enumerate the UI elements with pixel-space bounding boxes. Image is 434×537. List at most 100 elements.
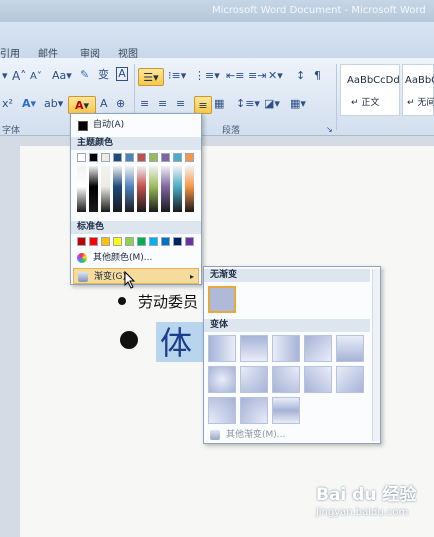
shrink-font-icon[interactable]: A˅ — [30, 69, 42, 85]
character-shading-icon[interactable]: A — [100, 96, 108, 112]
gradient-variant-tile[interactable] — [272, 366, 300, 393]
standard-color-swatch[interactable] — [185, 237, 194, 246]
enclose-char-icon[interactable]: ⊕ — [116, 96, 125, 112]
bullets-icon: ☰▾ — [143, 71, 159, 84]
theme-color-swatch[interactable] — [77, 153, 86, 162]
chinese-layout-icon[interactable]: ✕▾ — [268, 68, 283, 84]
gradient-variant-tile[interactable] — [208, 335, 236, 362]
auto-color-label: 自动(A) — [93, 120, 125, 130]
more-colors-item[interactable]: 其他颜色(M)... — [73, 250, 199, 266]
line-spacing-icon[interactable]: ↕≡▾ — [236, 96, 260, 112]
standard-color-swatch[interactable] — [113, 237, 122, 246]
gradient-item[interactable]: 渐变(G) ▸ — [73, 268, 199, 284]
borders-icon[interactable]: ▦▾ — [290, 96, 306, 112]
theme-shade-column[interactable] — [149, 166, 158, 212]
theme-shade-column[interactable] — [161, 166, 170, 212]
gradient-variant-tile[interactable] — [272, 335, 300, 362]
bullet-marker — [118, 297, 126, 305]
justify-icon: ≡ — [198, 99, 208, 112]
theme-color-swatch[interactable] — [137, 153, 146, 162]
theme-color-swatch[interactable] — [161, 153, 170, 162]
character-border-icon[interactable]: A — [116, 67, 128, 81]
theme-shade-column[interactable] — [77, 166, 86, 212]
font-size-field[interactable]: ▾ — [2, 68, 8, 84]
no-gradient-tile[interactable] — [208, 286, 236, 313]
standard-color-swatch[interactable] — [149, 237, 158, 246]
gradient-variant-tile[interactable] — [240, 335, 268, 362]
standard-color-swatch[interactable] — [125, 237, 134, 246]
selected-text[interactable]: 体 — [160, 318, 192, 364]
theme-color-swatch[interactable] — [125, 153, 134, 162]
gradient-variant-tile[interactable] — [240, 366, 268, 393]
auto-color-swatch — [78, 121, 88, 131]
font-group-label: 字体 — [2, 126, 21, 136]
theme-color-swatch[interactable] — [113, 153, 122, 162]
gradient-variant-tile[interactable] — [304, 366, 332, 393]
theme-color-swatch[interactable] — [149, 153, 158, 162]
style-no-spacing[interactable]: AaBbC ↵ 无间 — [402, 64, 434, 116]
gradient-variant-tile[interactable] — [240, 397, 268, 424]
grow-font-icon[interactable]: A˄ — [12, 68, 26, 84]
chevron-down-icon: ▾ — [83, 99, 90, 112]
bullets-button[interactable]: ☰▾ — [138, 68, 164, 86]
gradient-variant-tile[interactable] — [208, 397, 236, 424]
standard-color-swatch[interactable] — [161, 237, 170, 246]
watermark-url: jingyan.baidu.com — [316, 507, 409, 518]
more-gradients-item[interactable]: 其他渐变(M)... — [206, 427, 378, 443]
more-colors-label: 其他颜色(M)... — [93, 253, 153, 263]
text-effect-icon[interactable]: A▾ — [22, 96, 36, 112]
shading-icon[interactable]: ◪▾ — [264, 96, 280, 112]
ribbon: ▾ A˄ A˅ Aa▾ ✎ 变 A x² A▾ ab▾ A▾ A ⊕ 字体 ☰▾… — [0, 58, 434, 136]
theme-shade-column[interactable] — [125, 166, 134, 212]
style-sample: AaBbC — [405, 75, 434, 86]
theme-color-swatch[interactable] — [173, 153, 182, 162]
font-color-button[interactable]: A▾ — [68, 96, 96, 114]
standard-color-swatch[interactable] — [101, 237, 110, 246]
standard-color-swatch[interactable] — [89, 237, 98, 246]
submenu-scrollbar[interactable] — [372, 269, 380, 441]
variants-header: 变体 — [204, 319, 370, 332]
gradient-variant-tile[interactable] — [336, 335, 364, 362]
theme-shade-column[interactable] — [185, 166, 194, 212]
standard-color-swatch[interactable] — [137, 237, 146, 246]
document-line[interactable]: 劳动委员 — [138, 291, 198, 312]
increase-indent-icon[interactable]: ≡⇥ — [248, 68, 266, 84]
standard-color-swatch[interactable] — [77, 237, 86, 246]
sort-icon[interactable]: ↕ — [296, 68, 305, 84]
gradient-variant-tile[interactable] — [208, 366, 236, 393]
auto-color-item[interactable]: 自动(A) — [73, 117, 199, 133]
theme-shade-column[interactable] — [173, 166, 182, 212]
theme-shade-column[interactable] — [137, 166, 146, 212]
baidu-watermark: Bai du 经验 jingyan.baidu.com — [316, 480, 416, 518]
superscript-icon[interactable]: x² — [2, 96, 13, 112]
justify-button[interactable]: ≡ — [194, 96, 212, 114]
change-case-icon[interactable]: Aa▾ — [52, 68, 72, 84]
decrease-indent-icon[interactable]: ⇤≡ — [226, 68, 244, 84]
theme-color-swatch[interactable] — [89, 153, 98, 162]
highlight-icon[interactable]: ab▾ — [44, 96, 63, 112]
theme-color-swatch[interactable] — [185, 153, 194, 162]
theme-shade-column[interactable] — [101, 166, 110, 212]
align-center-icon[interactable]: ≡ — [158, 96, 167, 112]
distributed-icon[interactable]: ▦ — [214, 96, 224, 112]
style-name: ↵ 无间 — [407, 98, 434, 108]
clear-format-icon[interactable]: ✎ — [80, 67, 89, 83]
gradient-variant-tile[interactable] — [272, 397, 300, 424]
numbering-icon[interactable]: ⁝≡▾ — [168, 68, 186, 84]
multilevel-list-icon[interactable]: ⋮≡▾ — [194, 68, 220, 84]
gradient-icon — [78, 272, 88, 282]
standard-color-swatch[interactable] — [173, 237, 182, 246]
style-normal[interactable]: AaBbCcDd ↵ 正文 — [340, 64, 400, 116]
title-bar: Microsoft Word Document - Microsoft Word — [0, 0, 434, 22]
align-right-icon[interactable]: ≡ — [176, 96, 185, 112]
gradient-variant-tile[interactable] — [304, 335, 332, 362]
gradient-variant-tile[interactable] — [336, 366, 364, 393]
theme-shade-column[interactable] — [113, 166, 122, 212]
ribbon-tab-row: 引用 邮件 审阅 视图 — [0, 22, 434, 60]
show-marks-icon[interactable]: ¶ — [314, 68, 321, 84]
align-left-icon[interactable]: ≡ — [140, 96, 149, 112]
theme-color-swatch[interactable] — [101, 153, 110, 162]
gradient-icon — [210, 430, 220, 440]
theme-shade-column[interactable] — [89, 166, 98, 212]
phonetic-guide-icon[interactable]: 变 — [98, 67, 109, 83]
